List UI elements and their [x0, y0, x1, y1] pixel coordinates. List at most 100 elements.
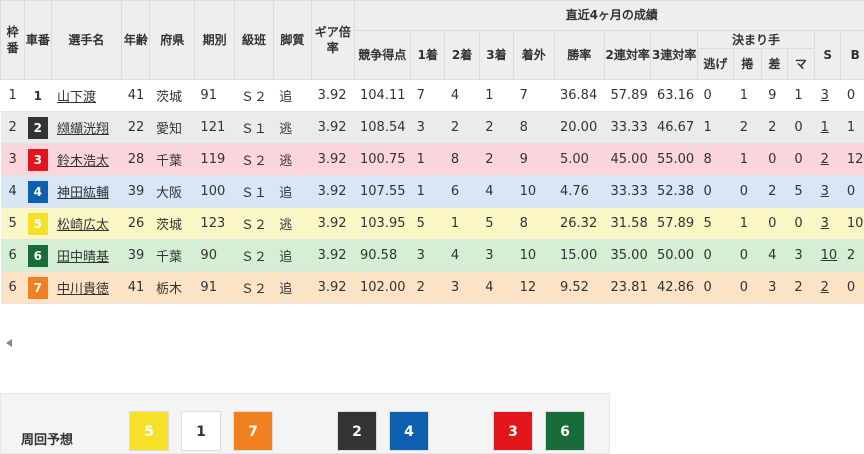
- rider-name-link[interactable]: 松崎広太: [57, 218, 109, 233]
- b-cell: 1: [840, 111, 864, 144]
- makuri-cell: 0: [733, 239, 763, 272]
- pref-cell: 愛知: [149, 111, 195, 144]
- gear-cell: 3.92: [311, 207, 354, 240]
- style-cell: 追: [273, 175, 312, 208]
- rate2-cell: 33.33: [604, 111, 651, 144]
- horizontal-scrollbar[interactable]: [0, 330, 864, 354]
- header-sashi: 差: [762, 49, 788, 79]
- rider-name: 神田紘輔: [51, 175, 122, 208]
- s-count-link[interactable]: 3: [821, 184, 829, 199]
- nige-cell: 8: [697, 143, 734, 176]
- race-entry-table: 枠番 車番 選手名 年齢 府県 期別 級班 脚質 ギア倍率 直近4ヶ月の成績 競…: [0, 0, 864, 304]
- s-cell: 10: [814, 239, 841, 272]
- ki-cell: 121: [194, 111, 235, 144]
- mark-cell: 1: [788, 79, 815, 112]
- style-cell: 追: [273, 271, 312, 304]
- age-cell: 22: [121, 111, 150, 144]
- s-count-link[interactable]: 1: [821, 120, 829, 135]
- car-number-badge: 7: [27, 276, 48, 299]
- rider-name-link[interactable]: 山下渡: [57, 90, 96, 105]
- s-count-link[interactable]: 2: [821, 152, 829, 167]
- table-row: 6 7 中川貴徳 41 栃木 91 Ｓ２ 追 3.92 102.00 2 3 4 12 9.52 23.81 4…: [0, 271, 864, 304]
- age-cell: 26: [121, 207, 150, 240]
- ki-cell: 91: [194, 79, 235, 112]
- car-number-badge: 3: [27, 148, 48, 171]
- rider-name-link[interactable]: 田中晴基: [57, 250, 109, 265]
- first-cell: 1: [410, 143, 445, 176]
- mark-cell: 0: [788, 207, 815, 240]
- mark-cell: 0: [788, 143, 815, 176]
- mark-cell: 3: [788, 239, 815, 272]
- header-sha: 車番: [24, 0, 52, 80]
- nige-cell: 0: [697, 271, 734, 304]
- waku-cell: 3: [0, 143, 25, 176]
- s-cell: 3: [814, 175, 841, 208]
- rider-name: 鈴木浩太: [51, 143, 122, 176]
- pref-cell: 栃木: [149, 271, 195, 304]
- table-row: 5 5 松崎広太 26 茨城 123 Ｓ２ 逃 3.92 103.95 5 1 5 8 26.32 31.58…: [0, 207, 864, 240]
- sashi-cell: 0: [762, 207, 789, 240]
- score-cell: 102.00: [354, 271, 411, 304]
- makuri-cell: 1: [733, 143, 763, 176]
- style-cell: 逃: [273, 207, 312, 240]
- ki-cell: 123: [194, 207, 235, 240]
- table-row: 6 6 田中晴基 39 千葉 90 Ｓ２ 追 3.92 90.58 3 4 3 10 15.00 35.00 5…: [0, 239, 864, 272]
- race-entry-table-container: 枠番 車番 選手名 年齢 府県 期別 級班 脚質 ギア倍率 直近4ヶ月の成績 競…: [0, 0, 864, 318]
- rider-name-link[interactable]: 中川貴徳: [57, 282, 109, 297]
- waku-cell: 6: [0, 239, 25, 272]
- rider-name: 田中晴基: [51, 239, 122, 272]
- ki-cell: 90: [194, 239, 235, 272]
- car-number-badge: 5: [27, 212, 48, 235]
- s-count-link[interactable]: 10: [821, 248, 838, 263]
- rider-name-link[interactable]: 纐纈洸翔: [57, 122, 109, 137]
- style-cell: 追: [273, 79, 312, 112]
- third-cell: 5: [479, 207, 514, 240]
- lap-prediction-label: 周回予想: [21, 433, 74, 448]
- header-second: 2着: [444, 30, 480, 80]
- table-row: 1 1 山下渡 41 茨城 91 Ｓ２ 追 3.92 104.11 7 4 1 7 36.84 57.89 63…: [0, 79, 864, 112]
- header-first: 1着: [410, 30, 446, 80]
- rate2-cell: 33.33: [604, 175, 651, 208]
- rider-name: 松崎広太: [51, 207, 122, 240]
- rider-name-link[interactable]: 鈴木浩太: [57, 154, 109, 169]
- sashi-cell: 3: [762, 271, 789, 304]
- header-age: 年齢: [121, 0, 151, 80]
- rate3-cell: 55.00: [650, 143, 698, 176]
- s-count-link[interactable]: 3: [821, 88, 829, 103]
- win-rate-cell: 9.52: [554, 271, 605, 304]
- win-rate-cell: 26.32: [554, 207, 605, 240]
- second-cell: 1: [444, 207, 480, 240]
- waku-cell: 5: [0, 207, 25, 240]
- out-cell: 7: [513, 79, 554, 112]
- third-cell: 1: [479, 79, 514, 112]
- gear-cell: 3.92: [311, 79, 354, 112]
- scroll-left-arrow-icon[interactable]: [6, 339, 12, 347]
- third-cell: 2: [479, 111, 514, 144]
- score-cell: 100.75: [354, 143, 411, 176]
- score-cell: 103.95: [354, 207, 411, 240]
- mark-cell: 0: [788, 111, 815, 144]
- car-number: 3: [24, 143, 51, 176]
- s-cell: 1: [814, 111, 841, 144]
- third-cell: 2: [479, 143, 514, 176]
- rate2-cell: 23.81: [604, 271, 651, 304]
- first-cell: 7: [410, 79, 445, 112]
- s-count-link[interactable]: 2: [821, 280, 829, 295]
- nige-cell: 0: [697, 175, 734, 208]
- ki-cell: 91: [194, 271, 235, 304]
- makuri-cell: 2: [733, 111, 763, 144]
- out-cell: 10: [513, 239, 554, 272]
- out-cell: 12: [513, 271, 554, 304]
- win-rate-cell: 5.00: [554, 143, 605, 176]
- out-cell: 9: [513, 143, 554, 176]
- table-row: 3 3 鈴木浩太 28 千葉 119 Ｓ２ 逃 3.92 100.75 1 8 2 9 5.00 45.00 5…: [0, 143, 864, 176]
- rider-name-link[interactable]: 神田紘輔: [57, 186, 109, 201]
- pref-cell: 茨城: [149, 207, 195, 240]
- car-number: 6: [24, 239, 51, 272]
- klass-cell: Ｓ１: [234, 175, 274, 208]
- s-count-link[interactable]: 3: [821, 216, 829, 231]
- car-number-badge: 1: [27, 84, 48, 107]
- makuri-cell: 1: [733, 79, 763, 112]
- rider-name: 山下渡: [51, 79, 122, 112]
- header-kimarite: 決まり手 逃げ 捲 差 マ: [696, 30, 816, 80]
